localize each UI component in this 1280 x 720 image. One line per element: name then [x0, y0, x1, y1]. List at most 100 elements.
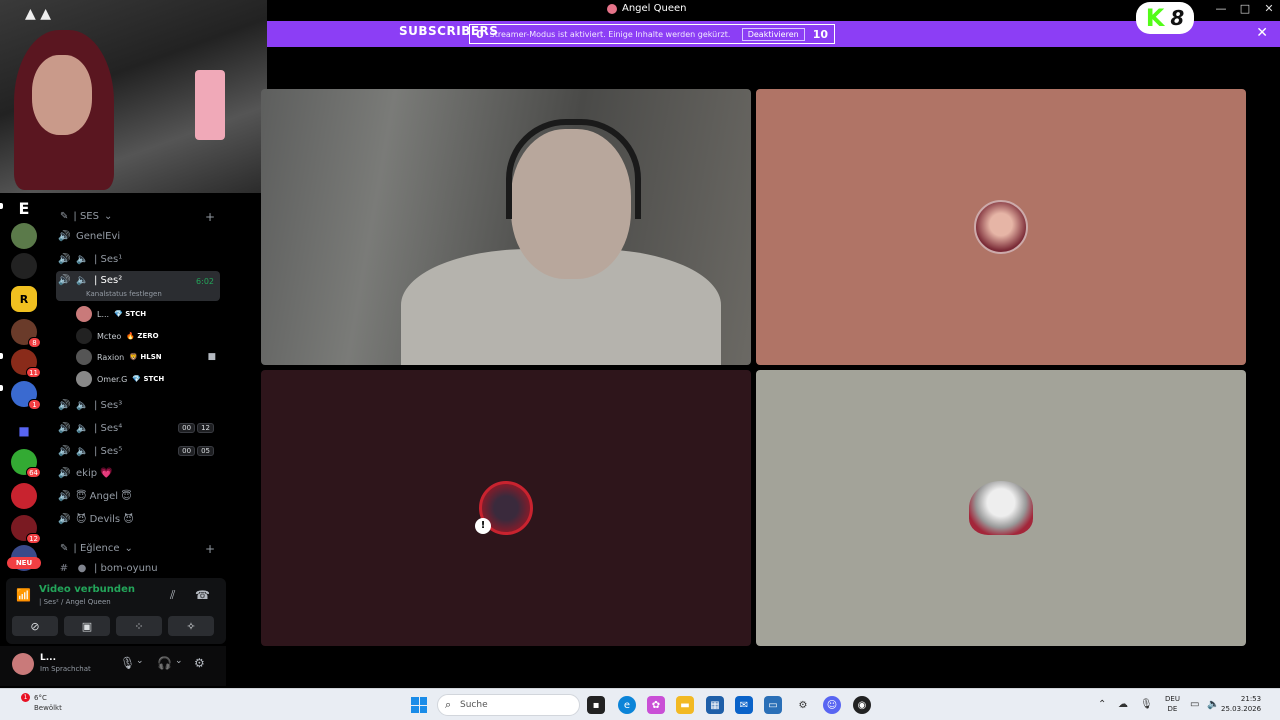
- voice-channel[interactable]: 🔊 😈 Devils 😈: [56, 509, 220, 529]
- server-icon[interactable]: [11, 483, 37, 509]
- avatar: [76, 371, 92, 387]
- voice-channel[interactable]: 🔊 😇 Angel 😇: [56, 486, 220, 506]
- server-icon[interactable]: 64: [11, 449, 41, 478]
- minimize-button[interactable]: —: [1210, 2, 1232, 15]
- add-channel-icon[interactable]: +: [205, 210, 215, 224]
- search-input[interactable]: ⌕ Suche: [437, 694, 580, 716]
- category-ses[interactable]: ✎ | SES ⌄ +: [60, 210, 215, 224]
- chevron-down-icon: ⌄: [124, 543, 133, 554]
- folder-icon[interactable]: ■: [11, 418, 37, 444]
- server-icon[interactable]: 11: [11, 349, 41, 378]
- server-icon[interactable]: 1: [11, 381, 41, 410]
- voice-user[interactable]: Omer.G 💎 STCH: [76, 370, 164, 388]
- server-icon[interactable]: R: [11, 286, 37, 312]
- settings-gear-icon[interactable]: ⚙: [794, 696, 812, 714]
- remote-desktop-icon[interactable]: ▭: [764, 696, 782, 714]
- voice-user[interactable]: Mcteo 🔥 ZERO: [76, 327, 159, 345]
- server-icon[interactable]: [11, 253, 37, 279]
- obs-icon[interactable]: ◉: [853, 696, 871, 714]
- voice-channel[interactable]: 🔊 ekip 💗: [56, 463, 220, 483]
- store-icon[interactable]: ▦: [706, 696, 724, 714]
- network-icon[interactable]: ☁: [1118, 699, 1128, 710]
- wifi-icon[interactable]: ▭: [1190, 699, 1199, 710]
- deactivate-button[interactable]: Deaktivieren: [741, 27, 805, 41]
- server-pip: [0, 203, 3, 209]
- unread-badge: 64: [26, 467, 41, 478]
- window-close-button[interactable]: ✕: [1258, 2, 1280, 15]
- chevron-down-icon[interactable]: ⌄: [175, 656, 183, 666]
- chevron-down-icon: ⌄: [103, 211, 113, 222]
- pin-icon: ✎: [60, 211, 69, 222]
- noise-suppression-icon[interactable]: ⫽: [170, 588, 175, 603]
- voice-status-title: Video verbunden: [39, 584, 135, 595]
- video-tile-camera[interactable]: [261, 89, 751, 365]
- streamer-webcam-overlay: ▲ ▲: [0, 0, 267, 193]
- user-panel: L... Im Sprachchat 🎙 ⌄ 🎧 ⌄ ⚙: [0, 646, 226, 686]
- discord-icon[interactable]: ☺: [823, 696, 841, 714]
- microphone-icon[interactable]: 🎙: [1140, 699, 1153, 710]
- server-e[interactable]: E: [11, 195, 37, 221]
- voice-channel[interactable]: 🔊 🔈 | Ses³: [56, 395, 220, 415]
- file-explorer-icon[interactable]: ▬: [676, 696, 694, 714]
- outlook-icon[interactable]: ✉: [735, 696, 753, 714]
- server-icon[interactable]: [11, 223, 37, 249]
- signal-icon[interactable]: 📶: [16, 588, 31, 602]
- voice-channel[interactable]: 🔊 🔈 | Ses¹: [56, 249, 220, 269]
- server-pip: [0, 385, 3, 391]
- voice-status-subtitle[interactable]: | Ses² / Angel Queen: [39, 598, 111, 606]
- voice-user[interactable]: L... 💎 STCH: [76, 305, 146, 323]
- channel-timer: 6:02: [196, 277, 214, 286]
- speaker-icon: 🔊: [58, 253, 71, 265]
- disconnect-icon[interactable]: ☎: [195, 588, 210, 602]
- text-channel[interactable]: # ● | bom-oyunu: [56, 558, 220, 576]
- channel-status[interactable]: Kanalstatus festlegen: [86, 290, 162, 298]
- activities-icon: ⁘: [134, 619, 144, 633]
- start-button[interactable]: [411, 697, 427, 713]
- webcam-face: [32, 55, 92, 135]
- voice-channel[interactable]: 🔊 GenelEvi: [56, 226, 220, 246]
- hash-icon: #: [59, 562, 69, 574]
- voice-channel[interactable]: 🔊 🔈 | Ses⁴ 00 12: [56, 418, 220, 438]
- speaker-icon: 🔈: [76, 445, 89, 457]
- search-icon: ⌕: [445, 698, 452, 711]
- new-badge[interactable]: NEU: [7, 557, 41, 569]
- speaker-icon: 🔊: [58, 513, 71, 525]
- speaker-icon: 🔊: [58, 467, 71, 479]
- camera-toggle-button[interactable]: ⊘: [12, 616, 58, 636]
- gear-icon[interactable]: ⚙: [194, 656, 205, 670]
- avatar[interactable]: [12, 653, 34, 675]
- weather-temperature: 6°C: [34, 694, 47, 702]
- unread-badge: 8: [28, 337, 41, 348]
- chevron-down-icon[interactable]: ⌄: [136, 656, 144, 666]
- volume-icon[interactable]: 🔈: [1207, 699, 1219, 710]
- server-icon[interactable]: 8: [11, 319, 41, 348]
- language-indicator[interactable]: DEU DE: [1165, 694, 1180, 714]
- server-icon[interactable]: 12: [11, 515, 41, 544]
- microphone-icon[interactable]: 🎙: [120, 656, 135, 670]
- screen-share-button[interactable]: ▣: [64, 616, 110, 636]
- video-tile-avatar[interactable]: !: [261, 370, 751, 646]
- edge-icon[interactable]: e: [618, 696, 636, 714]
- maximize-button[interactable]: □: [1234, 2, 1256, 15]
- video-tile-avatar[interactable]: [756, 370, 1246, 646]
- copilot-icon[interactable]: ✿: [647, 696, 665, 714]
- cat-ears-icon: ▲ ▲: [25, 6, 51, 22]
- chevron-up-icon[interactable]: ⌃: [1098, 699, 1106, 710]
- bomb-icon: ●: [77, 562, 87, 574]
- video-tile-avatar[interactable]: [756, 89, 1246, 365]
- kick-badge: K 8: [1136, 2, 1194, 34]
- activities-button[interactable]: ⁘: [116, 616, 162, 636]
- voice-channel-active[interactable]: 🔊 🔈 | Ses² 6:02 Kanalstatus festlegen: [56, 271, 220, 301]
- system-clock[interactable]: 21:53 25.03.2026: [1221, 694, 1261, 714]
- task-view-icon[interactable]: ▪: [587, 696, 605, 714]
- voice-user[interactable]: Raxion 🦁 HLSN ■: [76, 348, 216, 366]
- subscribers-overlay-label: SUBSCRIBERS: [399, 24, 499, 38]
- close-icon[interactable]: ✕: [1256, 25, 1268, 41]
- webcam-cup: [195, 70, 225, 140]
- voice-channel[interactable]: 🔊 🔈 | Ses⁵ 00 05: [56, 441, 220, 461]
- category-eglence[interactable]: ✎ | Eğlence ⌄ +: [60, 542, 215, 556]
- headphones-icon[interactable]: 🎧: [157, 656, 172, 670]
- kick-logo: K: [1145, 4, 1165, 32]
- soundboard-button[interactable]: ✧: [168, 616, 214, 636]
- add-channel-icon[interactable]: +: [205, 542, 215, 556]
